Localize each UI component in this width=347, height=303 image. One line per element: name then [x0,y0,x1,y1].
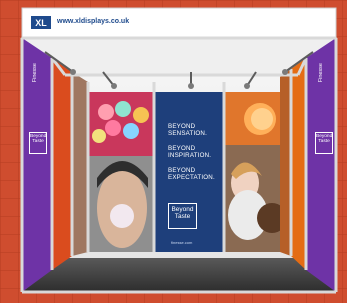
right-badge: Beyond Taste [315,132,333,154]
center-tagline: BEYOND SENSATION. BEYOND INSPIRATION. BE… [168,123,224,188]
left-brand: Finesse [32,63,38,83]
floor [22,258,336,292]
right-inner-panel [280,69,291,256]
right-mid-panel [291,58,306,270]
xl-logo: XL [31,16,51,29]
booth-scene: XL www.xldisplays.co.uk BEYOND SENSATION… [0,0,347,303]
center-website: finesse.com [171,240,193,245]
tagline-line-2: BEYOND INSPIRATION. [168,144,212,160]
website-url: www.xldisplays.co.uk [57,18,130,25]
tagline-line-1: BEYOND SENSATION. [168,123,208,138]
center-badge: Beyond Taste [168,203,197,229]
left-badge: Beyond Taste [29,132,47,154]
right-brand: Finesse [318,63,324,83]
left-inner-panel [72,72,88,256]
tagline-line-3: BEYOND EXPECTATION. [168,166,215,182]
left-mid-panel [52,58,72,270]
